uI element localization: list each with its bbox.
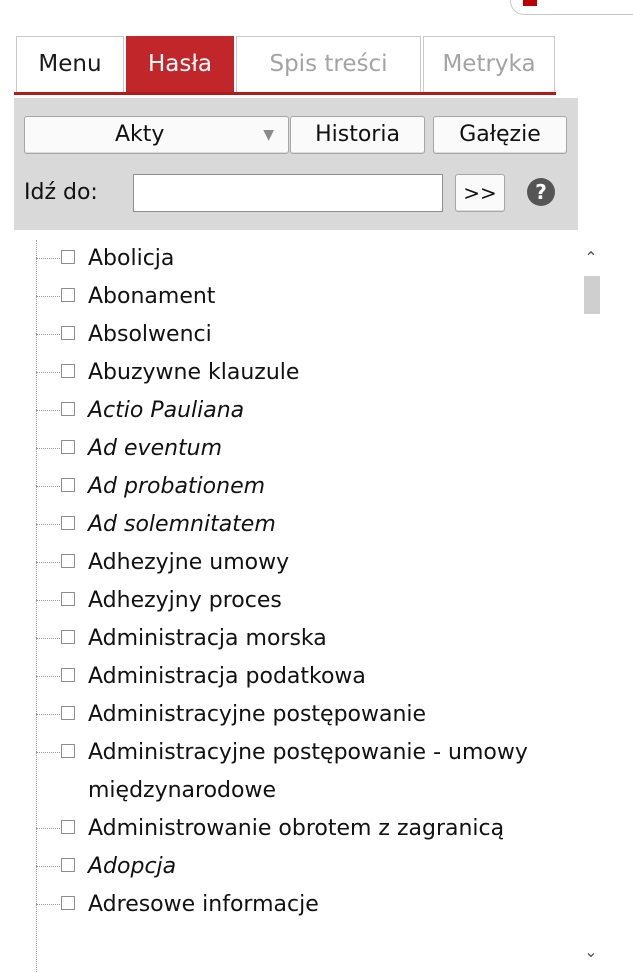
tree-item[interactable]: Adopcja (14, 848, 569, 886)
help-icon[interactable]: ? (527, 178, 555, 206)
tree-item-label[interactable]: Administrowanie obrotem z zagranicą (88, 810, 569, 848)
checkbox-icon[interactable] (61, 630, 75, 644)
tree-item-label[interactable]: Abolicja (88, 240, 569, 278)
checkbox-icon[interactable] (61, 744, 75, 758)
scrollbar[interactable]: ⌃ ⌄ (580, 240, 602, 972)
tree-item[interactable]: Ad eventum (14, 430, 569, 468)
scroll-up-icon[interactable]: ⌃ (580, 244, 602, 272)
tree-item-label[interactable]: Ad probationem (88, 468, 569, 506)
category-select-value: Akty (115, 122, 165, 147)
tree-connector (36, 714, 60, 715)
checkbox-icon[interactable] (61, 896, 75, 910)
tree-item-label[interactable]: Absolwenci (88, 316, 569, 354)
tree-item[interactable]: Administracyjne postępowanie - umowy mię… (14, 734, 569, 810)
tree-item[interactable]: Adhezyjny proces (14, 582, 569, 620)
tree-connector (36, 600, 60, 601)
tree-item[interactable]: Administracyjne postępowanie (14, 696, 569, 734)
tree-item[interactable]: Absolwenci (14, 316, 569, 354)
tree-rows: Abolicja Abonament Absolwenci Abuzywne klau… (14, 240, 569, 924)
tree-item-label[interactable]: Actio Pauliana (88, 392, 569, 430)
tree-item[interactable]: Abonament (14, 278, 569, 316)
chevron-down-icon: ▼ (263, 127, 274, 143)
tree-item-label[interactable]: Administracja morska (88, 620, 569, 658)
tree-item-label[interactable]: Abonament (88, 278, 569, 316)
tree-connector (36, 828, 60, 829)
corner-accent (523, 0, 537, 6)
tree-connector (36, 676, 60, 677)
tree-item-label[interactable]: Adhezyjne umowy (88, 544, 569, 582)
tree-connector (36, 638, 60, 639)
checkbox-icon[interactable] (61, 592, 75, 606)
category-select[interactable]: Akty ▼ (24, 116, 289, 154)
tree-connector (36, 296, 60, 297)
goto-input[interactable] (133, 174, 443, 212)
tree-item[interactable]: Actio Pauliana (14, 392, 569, 430)
tree-connector (36, 562, 60, 563)
tree-connector (36, 524, 60, 525)
tree-item[interactable]: Ad solemnitatem (14, 506, 569, 544)
tree-item[interactable]: Ad probationem (14, 468, 569, 506)
entries-tree: Abolicja Abonament Absolwenci Abuzywne klau… (14, 240, 578, 972)
tree-connector (36, 486, 60, 487)
tree-item-label[interactable]: Administracyjne postępowanie (88, 696, 569, 734)
checkbox-icon[interactable] (61, 478, 75, 492)
tree-connector (36, 448, 60, 449)
checkbox-icon[interactable] (61, 668, 75, 682)
tab-hasla[interactable]: Hasła (126, 36, 234, 92)
tree-item-label[interactable]: Abuzywne klauzule (88, 354, 569, 392)
tree-item-label[interactable]: Adhezyjny proces (88, 582, 569, 620)
tree-connector (36, 372, 60, 373)
side-panel: Menu Hasła Spis treści Metryka Akty ▼ Hi… (14, 32, 600, 972)
tree-item-label[interactable]: Administracyjne postępowanie - umowy mię… (88, 734, 569, 810)
tree-item[interactable]: Adhezyjne umowy (14, 544, 569, 582)
tab-spis-tresci[interactable]: Spis treści (236, 36, 421, 92)
tab-menu[interactable]: Menu (16, 36, 124, 92)
tree-connector (36, 334, 60, 335)
checkbox-icon[interactable] (61, 250, 75, 264)
tab-bar: Menu Hasła Spis treści Metryka (14, 32, 588, 95)
tab-underline (14, 92, 556, 95)
tree-item[interactable]: Abuzywne klauzule (14, 354, 569, 392)
tab-metryka[interactable]: Metryka (423, 36, 555, 92)
checkbox-icon[interactable] (61, 820, 75, 834)
checkbox-icon[interactable] (61, 364, 75, 378)
scrollbar-thumb[interactable] (584, 276, 600, 314)
goto-label: Idź do: (24, 180, 98, 205)
scroll-down-icon[interactable]: ⌄ (580, 938, 602, 966)
checkbox-icon[interactable] (61, 402, 75, 416)
tree-item[interactable]: Abolicja (14, 240, 569, 278)
toolbar: Akty ▼ Historia Gałęzie Idź do: >> ? (14, 98, 578, 230)
tree-connector (36, 410, 60, 411)
checkbox-icon[interactable] (61, 326, 75, 340)
goto-button[interactable]: >> (455, 174, 505, 212)
tree-item-label[interactable]: Adopcja (88, 848, 569, 886)
tree-connector (36, 904, 60, 905)
tree-item[interactable]: Adresowe informacje (14, 886, 569, 924)
checkbox-icon[interactable] (61, 440, 75, 454)
checkbox-icon[interactable] (61, 516, 75, 530)
checkbox-icon[interactable] (61, 554, 75, 568)
tree-connector (36, 258, 60, 259)
tree-connector (36, 752, 60, 753)
tree-item-label[interactable]: Ad solemnitatem (88, 506, 569, 544)
tree-item[interactable]: Administrowanie obrotem z zagranicą (14, 810, 569, 848)
window-corner-decoration (510, 0, 633, 15)
tree-item-label[interactable]: Ad eventum (88, 430, 569, 468)
checkbox-icon[interactable] (61, 288, 75, 302)
tree-item[interactable]: Administracja podatkowa (14, 658, 569, 696)
tree-item[interactable]: Administracja morska (14, 620, 569, 658)
tree-item-label[interactable]: Administracja podatkowa (88, 658, 569, 696)
tree-connector (36, 866, 60, 867)
checkbox-icon[interactable] (61, 706, 75, 720)
history-button[interactable]: Historia (290, 116, 425, 154)
checkbox-icon[interactable] (61, 858, 75, 872)
branches-button[interactable]: Gałęzie (433, 116, 567, 154)
tree-item-label[interactable]: Adresowe informacje (88, 886, 569, 924)
